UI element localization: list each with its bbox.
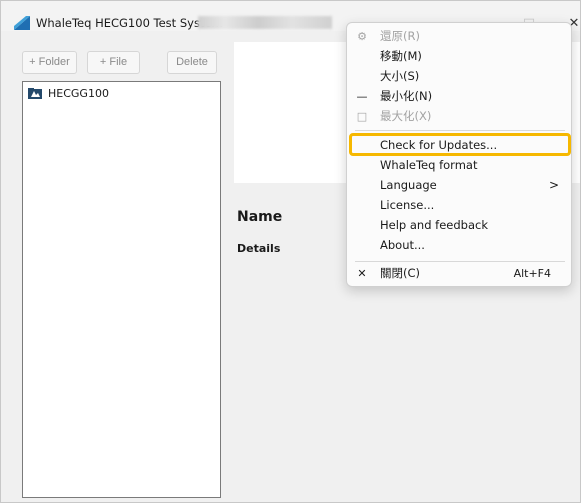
minimize-icon: — <box>356 90 368 103</box>
name-label: Name <box>237 209 283 225</box>
menu-separator <box>355 130 565 131</box>
update-highlight-box <box>349 133 571 156</box>
restore-icon: ⚙ <box>357 30 367 43</box>
details-label: Details <box>237 242 281 255</box>
add-file-button[interactable]: + File <box>87 51 140 74</box>
tree-item[interactable]: HECGG100 <box>28 86 109 100</box>
menu-item-move[interactable]: 移動(M) <box>347 47 573 66</box>
close-icon: ✕ <box>357 267 367 280</box>
folder-icon <box>28 87 42 99</box>
shortcut-text: Alt+F4 <box>513 267 551 280</box>
menu-item-size[interactable]: 大小(S) <box>347 67 573 86</box>
menu-item-license[interactable]: License... <box>347 196 573 215</box>
window-title: WhaleTeq HECG100 Test System <box>36 16 223 30</box>
redacted-title-area <box>198 16 332 29</box>
menu-item-language[interactable]: Language > <box>347 176 573 195</box>
app-window: WhaleTeq HECG100 Test System — □ ✕ + Fol… <box>0 0 581 503</box>
maximize-icon: □ <box>356 110 368 123</box>
menu-separator <box>355 261 565 262</box>
add-folder-button[interactable]: + Folder <box>22 51 77 74</box>
chevron-right-icon: > <box>548 178 559 192</box>
menu-item-close[interactable]: ✕ 關閉(C) Alt+F4 <box>347 264 573 283</box>
menu-item-restore[interactable]: ⚙ 還原(R) <box>347 27 573 46</box>
menu-item-whaleteq-format[interactable]: WhaleTeq format <box>347 156 573 175</box>
menu-item-minimize[interactable]: — 最小化(N) <box>347 87 573 106</box>
file-tree[interactable]: HECGG100 <box>22 81 221 498</box>
menu-item-help-feedback[interactable]: Help and feedback <box>347 216 573 235</box>
menu-item-about[interactable]: About... <box>347 236 573 255</box>
app-logo-icon <box>14 16 30 30</box>
tree-item-label: HECGG100 <box>48 86 109 100</box>
delete-button[interactable]: Delete <box>167 51 217 74</box>
menu-item-maximize[interactable]: □ 最大化(X) <box>347 107 573 126</box>
